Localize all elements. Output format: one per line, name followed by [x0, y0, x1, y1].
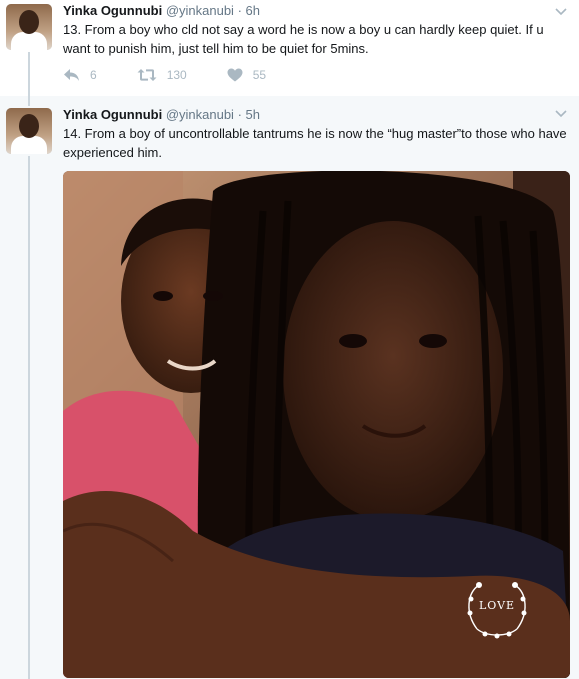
author-name[interactable]: Yinka Ogunnubi — [63, 107, 162, 122]
tweet-header: Yinka Ogunnubi @yinkanubi · 5h — [63, 107, 260, 123]
chevron-down-icon — [555, 110, 567, 118]
love-sticker: LOVE — [457, 577, 537, 641]
tweet-text: 13. From a boy who cld not say a word he… — [63, 22, 544, 56]
reply-count: 6 — [90, 68, 97, 82]
thread-line — [28, 96, 30, 106]
tweet-text: 14. From a boy of uncontrollable tantrum… — [63, 126, 567, 160]
timestamp[interactable]: 5h — [246, 107, 260, 122]
thread-line — [28, 52, 30, 96]
chevron-down-icon — [555, 8, 567, 16]
tweet-13[interactable]: Yinka Ogunnubi @yinkanubi · 6h 13. From … — [0, 0, 579, 96]
retweet-icon — [137, 69, 157, 81]
tweet-actions: 6 130 55 — [63, 66, 306, 84]
author-name[interactable]: Yinka Ogunnubi — [63, 3, 162, 18]
tweet-menu-button[interactable] — [555, 8, 567, 20]
heart-icon — [227, 68, 243, 82]
separator-dot: · — [237, 3, 242, 18]
tweet-menu-button[interactable] — [555, 110, 567, 122]
separator-dot: · — [237, 107, 242, 122]
author-handle[interactable]: @yinkanubi — [166, 107, 234, 122]
retweet-count: 130 — [166, 68, 187, 82]
reply-icon — [64, 69, 79, 81]
tweet-photo[interactable]: LOVE — [63, 171, 570, 678]
timestamp[interactable]: 6h — [246, 3, 260, 18]
tweet-header: Yinka Ogunnubi @yinkanubi · 6h — [63, 3, 260, 19]
love-sticker-text: LOVE — [478, 599, 516, 612]
author-handle[interactable]: @yinkanubi — [166, 3, 234, 18]
tweet-14[interactable]: Yinka Ogunnubi @yinkanubi · 5h 14. From … — [0, 96, 579, 679]
like-count: 55 — [252, 68, 267, 82]
like-button[interactable]: 55 — [227, 68, 266, 82]
retweet-button[interactable]: 130 — [137, 68, 187, 82]
avatar[interactable] — [6, 108, 52, 154]
thread-line — [28, 156, 30, 679]
reply-button[interactable]: 6 — [63, 68, 97, 82]
avatar[interactable] — [6, 4, 52, 50]
